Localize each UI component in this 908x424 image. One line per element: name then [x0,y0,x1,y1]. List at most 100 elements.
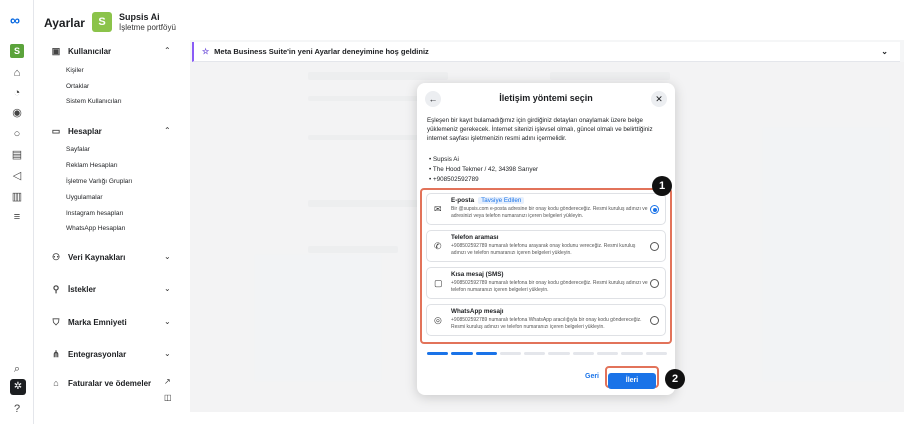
data-sources-icon: ⚇ [51,252,61,262]
progress-step [451,352,473,355]
external-link-icon[interactable]: ↗ [164,377,171,386]
radio-phone-call[interactable] [650,242,659,251]
search-icon[interactable]: ⌕ [10,362,24,376]
sidebar-section-data-sources[interactable]: ⚇ Veri Kaynakları [50,252,125,263]
sidebar-item-whatsapp[interactable]: WhatsApp Hesapları [66,225,126,232]
next-button[interactable]: İleri [608,372,656,389]
sidebar-section-label: Veri Kaynakları [68,253,126,262]
envelope-icon: ✉ [434,204,442,214]
info-phone: • +908502592789 [429,176,479,183]
compass-icon[interactable]: ◉ [10,106,24,120]
sidebar-section-label: Hesaplar [68,127,102,136]
calendar-icon[interactable]: ▤ [10,148,24,162]
sidebar-section-label: Entegrasyonlar [68,350,127,359]
sidebar-section-users[interactable]: ▣ Kullanıcılar [50,46,111,57]
page-header: Ayarlar S Supsis Ai İşletme portföyü [34,0,908,38]
sidebar-section-integrations[interactable]: ⋔ Entegrasyonlar [50,349,126,360]
sidebar-section-label: Faturalar ve ödemeler [68,378,152,388]
radio-sms[interactable] [650,279,659,288]
chevron-up-icon[interactable]: ⌃ [164,46,171,55]
sidebar-item-people[interactable]: Kişiler [66,67,84,74]
option-description: +908502592789 numaralı telefonu arayarak… [451,243,636,256]
chevron-down-icon[interactable]: ⌄ [881,47,888,56]
icon-rail: ∞ S ⌂ ◔ ◉ ○ ▤ ◁ ▥ ≡ ⌕ ✲ ? [0,0,34,424]
dialog-description: Eşleşen bir kayıt bulamadığımız için gir… [427,117,653,142]
option-whatsapp[interactable]: ◎ WhatsApp mesajı +908502592789 numaralı… [426,304,666,336]
sidebar-section-brand-safety[interactable]: ⛉ Marka Emniyeti [50,317,127,328]
whatsapp-icon: ◎ [434,315,442,325]
sidebar-item-asset-groups[interactable]: İşletme Varlığı Grupları [66,178,132,185]
option-title: WhatsApp mesajı [451,308,504,315]
chevron-down-icon[interactable]: ⌄ [164,284,171,293]
radio-whatsapp[interactable] [650,316,659,325]
shield-icon: ⛉ [52,317,60,327]
option-phone-call[interactable]: ✆ Telefon araması +908502592789 numaralı… [426,230,666,262]
sidebar-section-label: Kullanıcılar [68,47,112,56]
chevron-down-icon[interactable]: ⌄ [164,252,171,261]
sidebar-item-partners[interactable]: Ortaklar [66,83,89,90]
chevron-down-icon[interactable]: ⌄ [164,349,171,358]
option-title: Telefon araması [451,234,499,241]
sidebar-section-billing[interactable]: ⌂ Faturalar ve ödemeler [50,378,151,388]
close-icon[interactable]: ✕ [651,91,667,107]
back-button[interactable]: Geri [585,373,599,380]
sidebar-item-apps[interactable]: Uygulamalar [66,194,103,201]
gear-icon[interactable]: ✲ [10,379,26,395]
account-avatar[interactable]: S [10,44,24,58]
progress-step [499,352,522,355]
progress-step [572,352,595,355]
sidebar-section-label: İstekler [68,285,97,294]
progress-step [597,352,619,355]
sidebar-item-pages[interactable]: Sayfalar [66,146,90,153]
message-icon: ▢ [434,278,443,288]
radio-email[interactable] [650,205,659,214]
sidebar-item-ad-accounts[interactable]: Reklam Hesapları [66,162,118,169]
menu-icon[interactable]: ≡ [10,210,24,224]
dialog-title: İletişim yöntemi seçin [499,93,593,103]
requests-icon: ⚲ [52,284,60,294]
megaphone-icon[interactable]: ◁ [10,169,24,183]
step-progress [427,352,667,355]
sidebar-section-accounts[interactable]: ▭ Hesaplar [50,126,102,137]
sidebar-item-instagram[interactable]: Instagram hesapları [66,210,123,217]
business-subtitle: İşletme portföyü [119,23,176,32]
settings-sidebar: ▣ Kullanıcılar ⌃ Kişiler Ortaklar Sistem… [34,40,190,420]
welcome-banner[interactable]: ☆ Meta Business Suite'in yeni Ayarlar de… [192,42,900,62]
chevron-down-icon[interactable]: ⌄ [164,317,171,326]
chart-icon[interactable]: ▥ [10,190,24,204]
chevron-up-icon[interactable]: ⌃ [164,126,171,135]
info-address: • The Hood Tekmer / 42, 34398 Sarıyer [429,166,539,173]
progress-step [475,352,497,355]
chat-icon[interactable]: ○ [10,127,24,141]
home-icon[interactable]: ⌂ [10,66,24,80]
option-description: +908502592789 numaralı telefona WhatsApp… [451,317,642,330]
annotation-marker-1: 1 [652,176,672,196]
business-name[interactable]: Supsis Ai [119,12,160,22]
option-title: E-posta Tavsiye Edilen [451,197,525,204]
info-business-name: • Supsis Ai [429,156,459,163]
sidebar-section-label: Marka Emniyeti [68,318,127,327]
option-sms[interactable]: ▢ Kısa mesaj (SMS) +908502592789 numaral… [426,267,666,299]
sidebar-item-system-users[interactable]: Sistem Kullanıcıları [66,98,122,105]
banner-text: Meta Business Suite'in yeni Ayarlar dene… [214,47,429,56]
meta-logo-icon[interactable]: ∞ [10,12,20,28]
progress-step [548,352,570,355]
recommended-badge: Tavsiye Edilen [478,197,525,204]
integrations-icon: ⋔ [52,349,60,359]
help-icon[interactable]: ? [10,402,24,416]
next-button-highlight: İleri [605,366,659,389]
phone-icon: ✆ [434,241,442,251]
progress-step [645,352,667,355]
option-email[interactable]: ✉ E-posta Tavsiye Edilen Bir @supsis.com … [426,193,666,225]
contact-options-group: ✉ E-posta Tavsiye Edilen Bir @supsis.com … [420,188,672,344]
sidebar-section-requests[interactable]: ⚲ İstekler [50,284,96,295]
business-avatar[interactable]: S [92,12,112,32]
progress-step [524,352,546,355]
option-title: Kısa mesaj (SMS) [451,271,504,278]
bank-icon: ⌂ [53,378,59,388]
page-title: Ayarlar [44,16,85,30]
collapse-sidebar-icon[interactable]: ◫ [164,393,172,402]
progress-step [621,352,643,355]
bell-icon[interactable]: ◔ [10,86,24,100]
option-description: Bir @supsis.com e-posta adresine bir ona… [451,206,648,219]
